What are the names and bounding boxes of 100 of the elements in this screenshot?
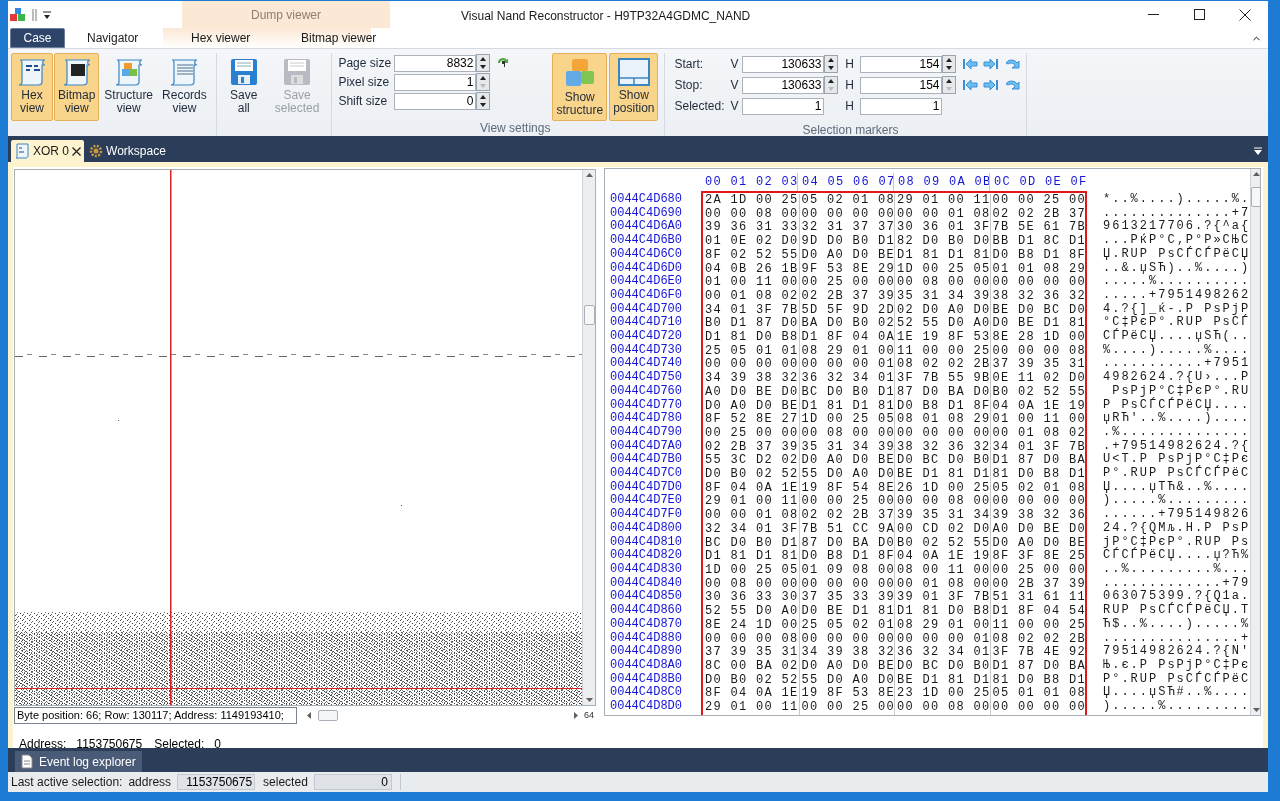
hex-cell-text: D0 BC D0 B0 <box>896 454 990 468</box>
scroll-thumb[interactable] <box>1251 187 1260 207</box>
vertical-scrollbar[interactable] <box>582 170 595 705</box>
ribbon-button[interactable]: Hex view <box>11 53 53 121</box>
number-field[interactable]: 130633 <box>742 76 825 94</box>
spin-button[interactable] <box>942 55 957 73</box>
document-tab[interactable]: XOR 0 <box>11 140 84 162</box>
address-cell-text: 0044C4D800 <box>610 521 683 536</box>
hex-cell-text: 05 02 01 08 <box>800 194 894 208</box>
number-field[interactable]: 1 <box>394 73 477 91</box>
hex-cell-text: 32 31 37 37 <box>800 221 894 235</box>
hex-cell-text: 0E 11 02 D0 <box>991 372 1085 386</box>
hex-cell-text: 00 08 00 00 <box>800 426 894 441</box>
hex-cell-text: B0 D1 87 D0 <box>704 317 799 331</box>
refresh-icon[interactable] <box>496 56 511 70</box>
hex-cell-text: 00 00 25 00 <box>991 194 1085 208</box>
ribbon-button[interactable]: Bitmap view <box>54 53 100 121</box>
number-field[interactable]: 1 <box>742 97 825 115</box>
ribbon-button[interactable]: Save all <box>224 53 263 121</box>
hex-cell-text: D1 81 D1 81 <box>800 399 894 413</box>
spin-button[interactable] <box>942 76 957 94</box>
ribbon-button[interactable]: Show structure <box>552 53 608 121</box>
curved-arrow-icon[interactable] <box>1004 78 1021 92</box>
address-cell-text: 0044C4D850 <box>610 590 683 604</box>
hex-cell-text: D0 A0 D0 BE <box>704 399 799 413</box>
number-field[interactable]: 154 <box>860 55 943 73</box>
ribbon-tab[interactable]: Bitmap viewer <box>301 28 401 48</box>
hex-cell-text: 39 35 31 34 <box>896 509 990 523</box>
address-cell-text: 0044C4D790 <box>610 425 683 440</box>
curved-arrow-icon[interactable] <box>1004 57 1021 71</box>
vertical-scrollbar[interactable] <box>1250 169 1260 715</box>
jump-right-icon[interactable] <box>983 57 1000 71</box>
hex-cell-text: 00 00 00 00 <box>800 577 894 591</box>
number-field[interactable]: 130633 <box>742 55 825 73</box>
hex-cell-text: BE D0 BC D0 <box>991 303 1085 317</box>
number-field[interactable]: 8832 <box>394 54 477 72</box>
spin-button[interactable] <box>476 73 491 91</box>
hex-cell-text: 55 D0 A0 D0 <box>800 673 894 687</box>
hex-cell-text: 04 0B 26 1B <box>704 262 799 276</box>
hex-cell-text: BB D1 8C D1 <box>991 235 1085 249</box>
jump-right-icon[interactable] <box>983 78 1000 92</box>
spin-button[interactable] <box>824 76 839 94</box>
ascii-cell: Џ....џSЋ#..%.... <box>1103 686 1251 700</box>
spin-button[interactable] <box>476 54 491 72</box>
hex-cell-text: 29 01 00 11 <box>896 194 990 208</box>
separator-icon <box>32 7 38 22</box>
hex-cell-text: 52 55 D0 A0 <box>896 317 990 331</box>
hex-cell-text: 34 39 38 32 <box>704 372 799 386</box>
jump-left-icon[interactable] <box>962 57 979 71</box>
number-field[interactable]: 154 <box>860 76 943 94</box>
scroll-thumb[interactable] <box>318 710 338 721</box>
close-tab-icon[interactable] <box>72 146 81 156</box>
scroll-thumb[interactable] <box>583 305 595 325</box>
field-label: Page size <box>338 55 393 72</box>
hex-cell-text: 29 01 00 11 <box>704 495 799 509</box>
number-field[interactable]: 1 <box>860 97 943 115</box>
hex-cell-text: D0 A0 D0 BE <box>800 659 894 674</box>
hex-cell-text: 08 29 01 00 <box>800 344 894 358</box>
hex-cell-text: 35 31 34 39 <box>800 440 894 454</box>
tab-label: XOR 0 <box>33 143 69 160</box>
hex-cell-text: 8C 00 BA 02 <box>704 659 799 674</box>
hex-cell-text: 1D 00 25 05 <box>704 564 799 578</box>
number-field[interactable]: 0 <box>394 92 477 110</box>
hex-cell-text: BE D1 81 D1 <box>896 673 990 687</box>
ascii-cell-text: Њ.є.P PsPjP°C‡Pє <box>1103 658 1251 672</box>
ribbon-tab[interactable]: Navigator <box>87 28 177 48</box>
panel-tab[interactable]: Event log explorer <box>15 751 142 772</box>
spin-button[interactable] <box>824 55 839 73</box>
field-label: Pixel size <box>338 74 391 91</box>
jump-left-icon[interactable] <box>962 78 979 92</box>
ascii-cell: 4982624.?{U›...P <box>1103 371 1251 385</box>
ascii-cell-text: jP°C‡PєP°.RUP Ps <box>1103 535 1251 549</box>
document-tab[interactable]: Workspace <box>86 140 169 162</box>
hex-cell-text: 1E 19 8F 53 <box>896 331 990 345</box>
hex-cell-text: 3F 7B 55 9B <box>896 372 990 386</box>
hex-cell-text: D0 A0 D0 BE <box>991 536 1085 550</box>
dropdown-caret-icon[interactable] <box>42 8 52 21</box>
ribbon-button[interactable]: Structure view <box>100 53 158 121</box>
hex-cell-text: 01 00 11 00 <box>991 413 1085 427</box>
ribbon-button[interactable]: Show position <box>609 53 659 121</box>
window-title: Visual Nand Reconstructor - H9TP32A4GDMC_NAND <box>461 8 751 25</box>
spin-button[interactable] <box>476 92 491 110</box>
hex-cell-text: 55 D0 A0 D0 <box>800 468 894 482</box>
hex-cell-text: 05 02 01 08 <box>991 481 1085 495</box>
ribbon-button[interactable]: Records view <box>158 53 211 121</box>
hex-cell-text: 08 02 02 2B <box>896 358 990 372</box>
hex-cell-text: 87 D0 BA D0 <box>896 385 990 400</box>
address-cell-text: 0044C4D7B0 <box>610 453 683 467</box>
address-cell-text: 0044C4D760 <box>610 384 683 399</box>
horizontal-scrollbar[interactable] <box>305 708 580 723</box>
hex-cell-text: 39 01 3F 7B <box>896 591 990 605</box>
info-label: Address: <box>19 736 67 754</box>
ribbon-tab[interactable]: Hex viewer <box>191 28 287 48</box>
hex-cell-text: 00 01 08 02 <box>704 289 799 304</box>
hex-cell-text: D1 81 D0 B8 <box>704 331 799 345</box>
hex-cell-text: 7B 51 CC 9A <box>800 522 894 537</box>
tab-menu-icon[interactable] <box>1253 147 1263 156</box>
hex-cell-text: D1 8F 04 0A <box>800 331 894 345</box>
hex-cell-text: 36 32 34 01 <box>800 372 894 386</box>
hex-cell-text: 01 00 11 00 <box>704 276 799 290</box>
